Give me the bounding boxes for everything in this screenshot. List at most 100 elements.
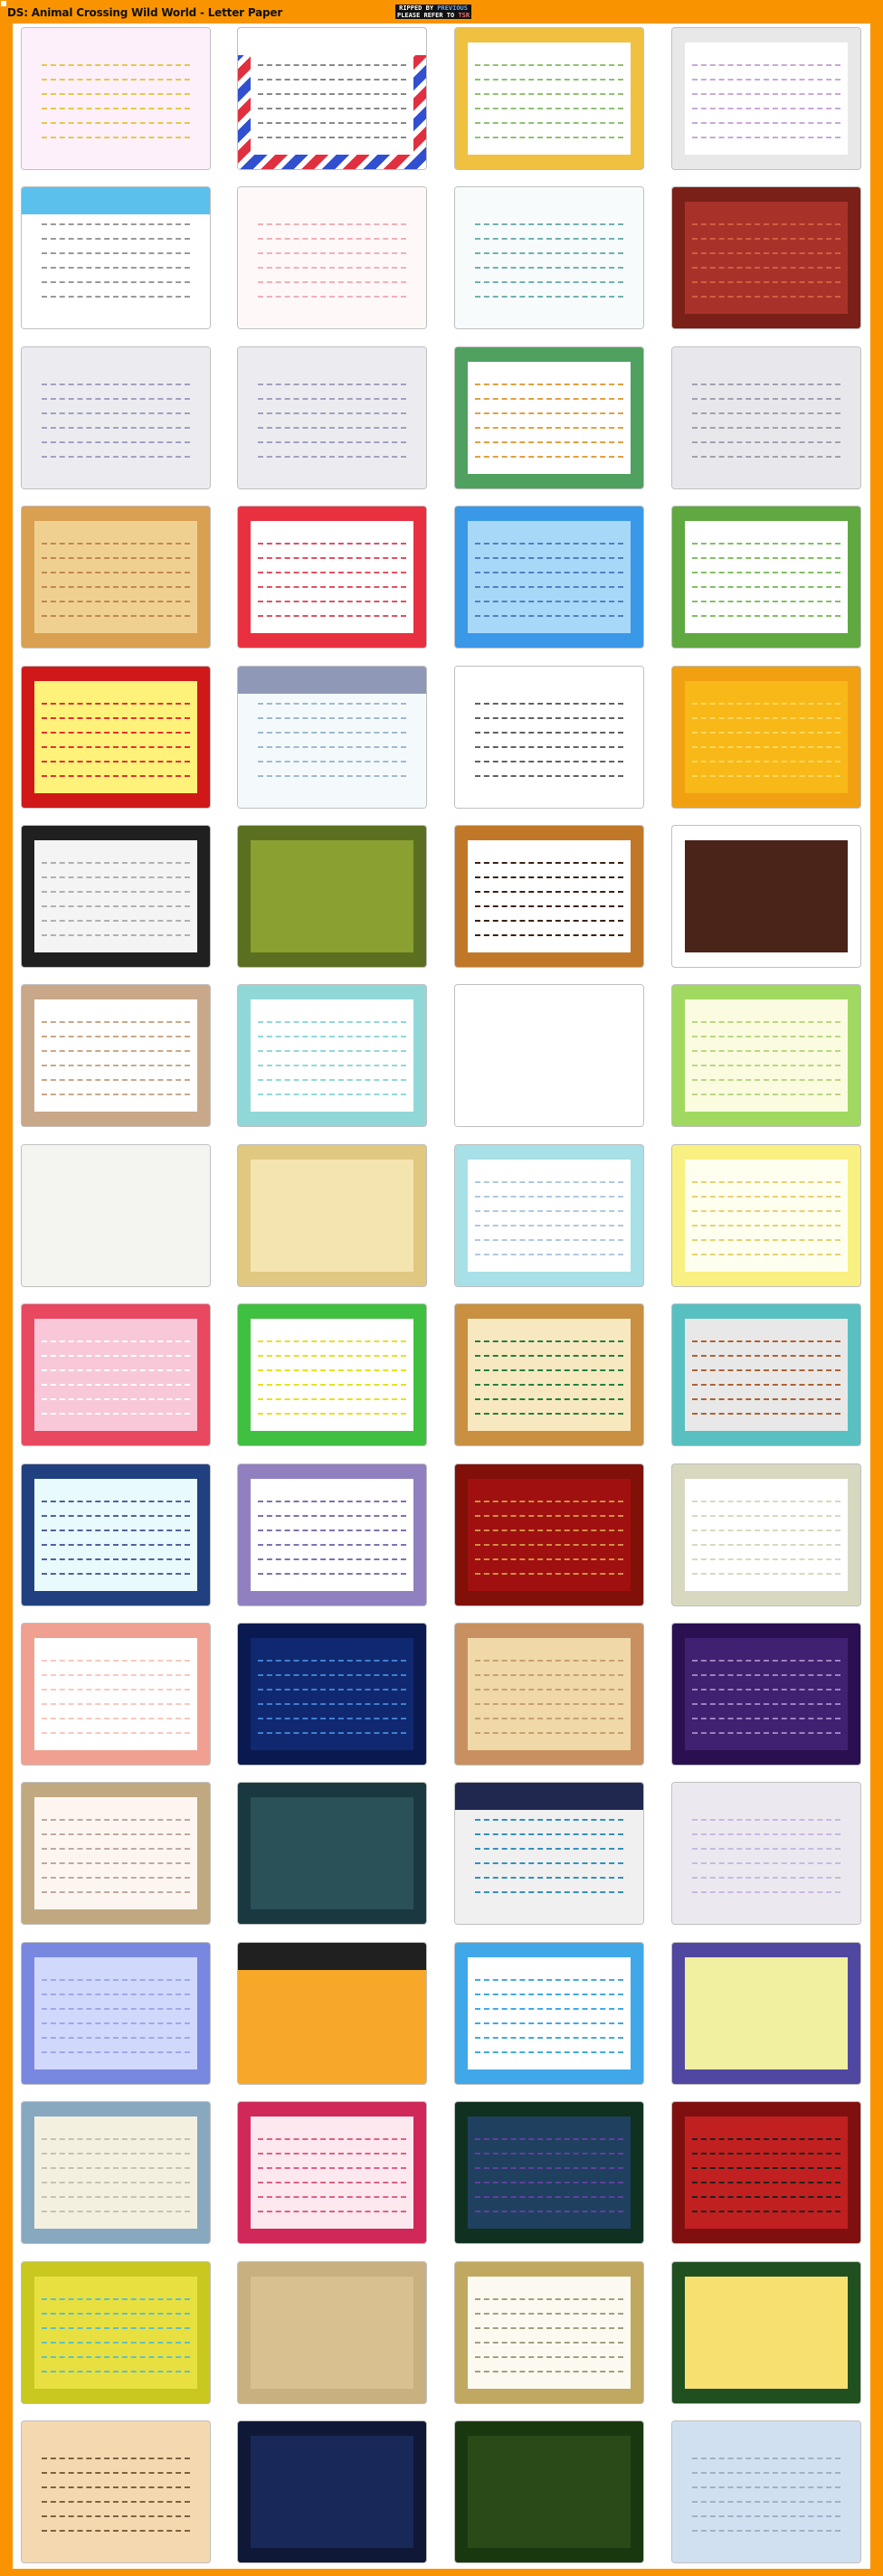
paper-ruled-line (692, 108, 840, 109)
paper-ruled-line (42, 1340, 190, 1342)
paper-ruled-line (258, 732, 406, 734)
paper-ruled-line (475, 2037, 623, 2039)
letter-paper (22, 1624, 210, 1765)
paper-writing-area (22, 28, 210, 169)
paper-top-band (238, 28, 426, 55)
paper-ruled-line (475, 2167, 623, 2169)
paper-ruled-line (42, 2037, 190, 2039)
letter-paper (455, 826, 643, 967)
paper-ruled-line (258, 1369, 406, 1371)
letter-paper (22, 28, 210, 169)
paper-ruled-line (42, 703, 190, 705)
paper-ruled-line (692, 1848, 840, 1850)
paper-ruled-line (42, 456, 190, 458)
paper-ruled-line (42, 2022, 190, 2024)
paper-ruled-line (692, 1398, 840, 1400)
paper-ruled-line (692, 775, 840, 777)
paper-ruled-line (42, 427, 190, 429)
paper-ruled-line (475, 761, 623, 762)
paper-ruled-line (42, 1515, 190, 1517)
paper-ruled-line (692, 1413, 840, 1415)
paper-ruled-line (475, 1340, 623, 1342)
letter-paper (238, 347, 426, 488)
paper-ruled-line (258, 1398, 406, 1400)
paper-ruled-line (475, 1021, 623, 1023)
paper-writing-area (22, 347, 210, 488)
paper-ruled-line (475, 1718, 623, 1719)
paper-ruled-line (42, 746, 190, 748)
paper-ruled-line (692, 1530, 840, 1531)
paper-ruled-line (475, 2472, 623, 2474)
letter-paper (22, 1464, 210, 1605)
paper-ruled-line (475, 1573, 623, 1575)
paper-ruled-line (258, 2037, 406, 2039)
letter-paper (238, 667, 426, 808)
paper-ruled-line (475, 717, 623, 719)
paper-ruled-line (42, 1210, 190, 1212)
paper-ruled-line (475, 64, 623, 66)
paper-ruled-line (475, 1384, 623, 1386)
paper-ruled-line (258, 79, 406, 80)
paper-ruled-line (258, 93, 406, 95)
paper-ruled-line (475, 703, 623, 705)
paper-ruled-line (42, 122, 190, 124)
paper-ruled-line (692, 557, 840, 559)
paper-ruled-line (258, 398, 406, 400)
paper-ruled-line (258, 761, 406, 762)
paper-ruled-line (258, 717, 406, 719)
paper-ruled-line (475, 398, 623, 400)
paper-ruled-line (475, 543, 623, 545)
paper-ruled-line (475, 557, 623, 559)
paper-ruled-line (42, 441, 190, 443)
paper-ruled-line (475, 1530, 623, 1531)
paper-ruled-line (258, 1196, 406, 1198)
paper-ruled-line (475, 1079, 623, 1081)
paper-ruled-line (42, 2211, 190, 2212)
paper-ruled-line (475, 1979, 623, 1981)
paper-ruled-line (258, 1501, 406, 1502)
paper-ruled-line (258, 384, 406, 385)
paper-ruled-line (258, 703, 406, 705)
paper-ruled-line (692, 761, 840, 762)
paper-ruled-line (42, 267, 190, 269)
paper-ruled-line (42, 1994, 190, 1995)
paper-ruled-line (258, 1689, 406, 1690)
credit-site-name: TSR (458, 12, 470, 19)
letter-paper (22, 1145, 210, 1286)
paper-ruled-line (258, 1833, 406, 1835)
paper-ruled-line (258, 891, 406, 893)
paper-ruled-line (475, 746, 623, 748)
paper-ruled-line (42, 412, 190, 414)
paper-ruled-line (692, 1732, 840, 1734)
paper-ruled-line (692, 1094, 840, 1095)
letter-paper (455, 1145, 643, 1286)
paper-ruled-line (42, 934, 190, 936)
paper-ruled-line (475, 2327, 623, 2329)
paper-ruled-line (475, 1558, 623, 1560)
paper-ruled-line (475, 2138, 623, 2140)
paper-ruled-line (258, 1355, 406, 1357)
paper-ruled-line (42, 1848, 190, 1850)
paper-ruled-line (42, 1703, 190, 1705)
paper-ruled-line (692, 1544, 840, 1546)
paper-ruled-line (475, 2008, 623, 2010)
paper-ruled-line (475, 296, 623, 298)
paper-ruled-line (258, 601, 406, 602)
paper-ruled-line (475, 1703, 623, 1705)
paper-ruled-line (42, 2371, 190, 2372)
letter-paper (22, 187, 210, 328)
paper-ruled-line (475, 775, 623, 777)
paper-ruled-line (692, 412, 840, 414)
paper-ruled-line (475, 1050, 623, 1052)
paper-ruled-line (258, 64, 406, 66)
letter-paper (238, 187, 426, 328)
paper-ruled-line (42, 572, 190, 573)
letter-paper (22, 2262, 210, 2403)
paper-ruled-line (258, 1703, 406, 1705)
paper-ruled-line (258, 1384, 406, 1386)
paper-ruled-line (42, 2327, 190, 2329)
paper-ruled-line (692, 441, 840, 443)
paper-ruled-line (475, 934, 623, 936)
letter-paper (238, 985, 426, 1126)
paper-ruled-line (475, 122, 623, 124)
